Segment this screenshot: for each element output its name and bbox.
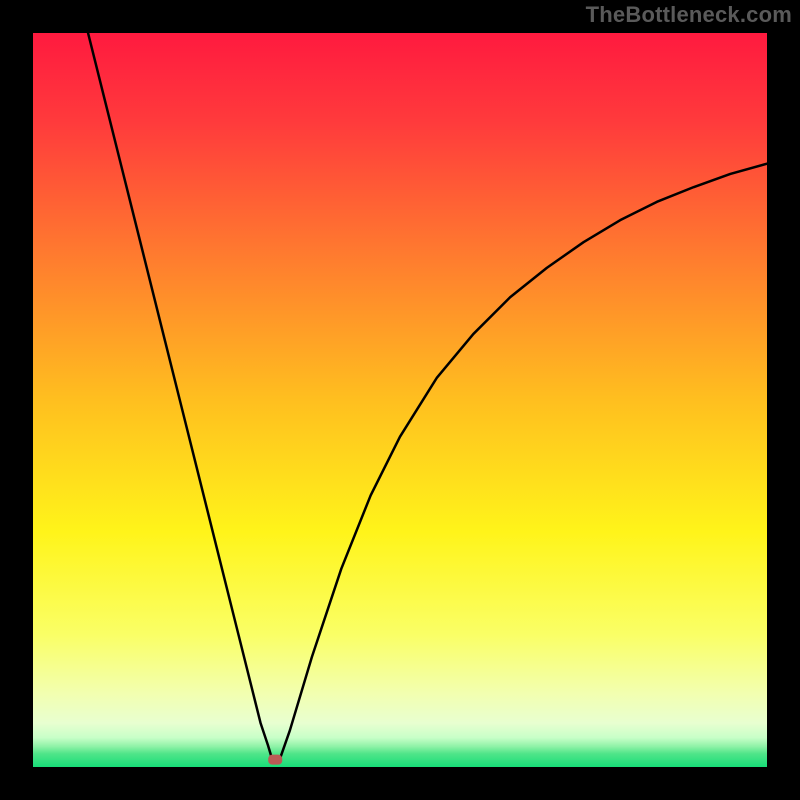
bottleneck-curve — [88, 33, 767, 760]
curve-layer — [33, 33, 767, 767]
chart-stage: TheBottleneck.com — [0, 0, 800, 800]
optimum-marker — [268, 755, 282, 765]
watermark-text: TheBottleneck.com — [586, 2, 792, 28]
plot-area — [33, 33, 767, 767]
